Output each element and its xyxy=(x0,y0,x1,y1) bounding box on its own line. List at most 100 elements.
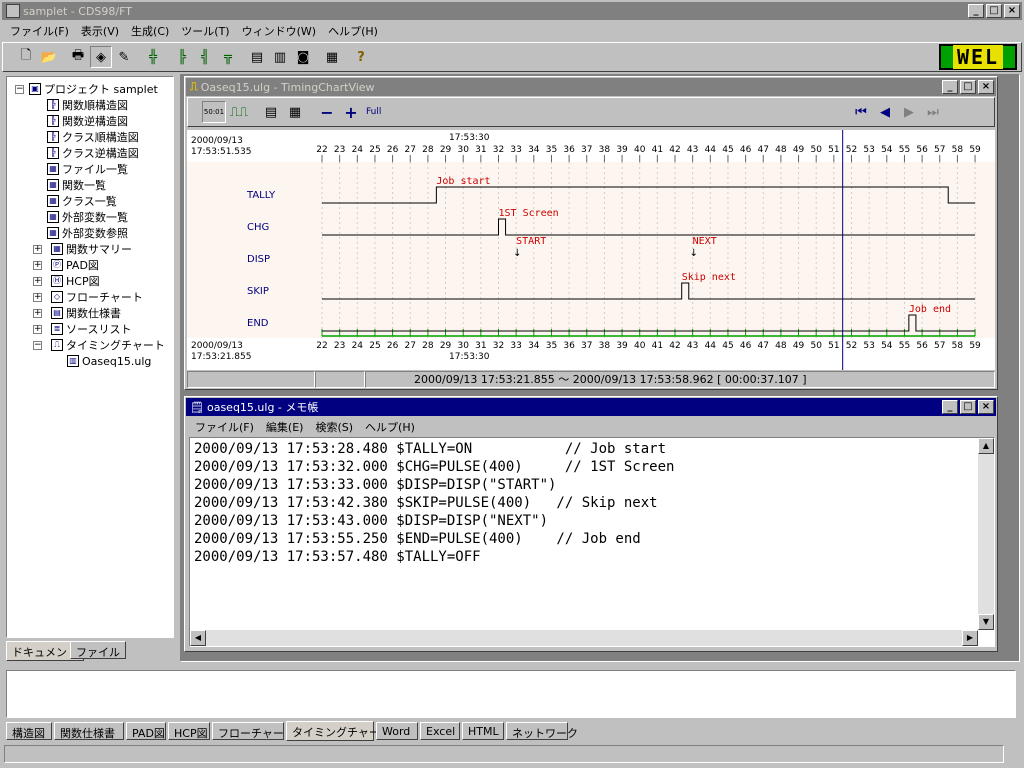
bottom-tab[interactable]: Word xyxy=(376,722,418,740)
print-icon[interactable]: 🖶 xyxy=(67,46,89,68)
timing-chart[interactable]: 2000/09/1317:53:51.53517:53:302000/09/13… xyxy=(187,130,995,370)
bottom-tab[interactable]: Excel xyxy=(420,722,460,740)
timing-close-button[interactable]: × xyxy=(978,80,994,94)
bottom-tick-label: 57 xyxy=(934,341,945,351)
zoom-in-icon[interactable]: + xyxy=(340,101,362,123)
tree-item[interactable]: Ⓟ PAD図 xyxy=(51,257,99,273)
bottom-tab[interactable]: 関数仕様書 xyxy=(54,722,124,740)
menu-help[interactable]: ヘルプ(H) xyxy=(322,23,384,39)
tree-item[interactable]: ╠ クラス順構造図 xyxy=(47,129,139,145)
tree-item[interactable]: ▦ ファイル一覧 xyxy=(47,161,128,177)
tree-expand-toggle[interactable]: + xyxy=(33,245,42,254)
next-icon[interactable]: ▶ xyxy=(898,101,920,123)
tree-collapse-root[interactable]: − xyxy=(15,85,24,94)
scroll-up-icon[interactable]: ▲ xyxy=(978,438,994,454)
tree-expand-toggle[interactable]: + xyxy=(33,293,42,302)
notepad-close-button[interactable]: × xyxy=(978,400,994,414)
notepad-text-area[interactable]: 2000/09/13 17:53:28.480 $TALLY=ON // Job… xyxy=(189,437,995,647)
zoom-out-icon[interactable]: − xyxy=(316,101,338,123)
tree-root[interactable]: ▣ プロジェクト samplet xyxy=(29,81,158,97)
scroll-right-icon[interactable]: ▶ xyxy=(962,630,978,646)
pulse-view-icon[interactable]: ⎍⎍ xyxy=(228,101,250,123)
horizontal-scrollbar[interactable]: ◀ ▶ xyxy=(190,630,978,646)
annotation-label: 1ST Screen xyxy=(499,208,559,219)
notepad-menu-edit[interactable]: 編集(E) xyxy=(260,419,310,435)
bottom-tick-label: 53 xyxy=(863,341,874,351)
tree-item[interactable]: ▤ 関数仕様書 xyxy=(51,305,121,321)
bottom-tab[interactable]: フローチャート xyxy=(212,722,295,740)
bottom-tick-label: 46 xyxy=(740,341,752,351)
first-icon[interactable]: ⏮ xyxy=(850,101,872,123)
tree-item[interactable]: ◇ フローチャート xyxy=(51,289,143,305)
notepad-maximize-button[interactable]: □ xyxy=(960,400,976,414)
struct-tree-icon[interactable]: ╬ xyxy=(142,46,164,68)
tree-expand-toggle[interactable]: + xyxy=(33,309,42,318)
scroll-left-icon[interactable]: ◀ xyxy=(190,630,206,646)
last-icon[interactable]: ⏭ xyxy=(922,101,944,123)
notepad-menu-file[interactable]: ファイル(F) xyxy=(189,419,260,435)
menu-tools[interactable]: ツール(T) xyxy=(175,23,235,39)
bottom-tab[interactable]: HTML xyxy=(462,722,504,740)
tree-expand-toggle[interactable]: − xyxy=(33,341,42,350)
notepad-menu-search[interactable]: 検索(S) xyxy=(309,419,359,435)
bottom-tab[interactable]: HCP図 xyxy=(168,722,210,740)
tree-item[interactable]: ╠ 関数順構造図 xyxy=(47,97,128,113)
timing-minimize-button[interactable]: _ xyxy=(942,80,958,94)
doc-view-icon[interactable]: ▤ xyxy=(246,46,268,68)
tree-item[interactable]: ▦ 関数サマリー xyxy=(51,241,132,257)
tree-item[interactable]: ╠ クラス逆構造図 xyxy=(47,145,139,161)
menu-generate[interactable]: 生成(C) xyxy=(125,23,175,39)
bottom-tick-label: 36 xyxy=(563,341,575,351)
pad-icon: Ⓟ xyxy=(51,259,63,271)
maximize-button[interactable]: □ xyxy=(986,4,1002,18)
help-icon[interactable]: ? xyxy=(350,46,372,68)
doc-copy-icon[interactable]: ▥ xyxy=(269,46,291,68)
new-file-icon[interactable]: 🗋 xyxy=(15,46,37,68)
tree-item[interactable]: Ⓗ HCP図 xyxy=(51,273,100,289)
minimize-button[interactable]: _ xyxy=(968,4,984,18)
tree-item[interactable]: ╠ 関数逆構造図 xyxy=(47,113,128,129)
close-button[interactable]: × xyxy=(1004,4,1020,18)
bottom-tick-label: 49 xyxy=(793,341,805,351)
menu-view[interactable]: 表示(V) xyxy=(75,23,125,39)
tree-expand-toggle[interactable]: + xyxy=(33,325,42,334)
tree-item[interactable]: ▦ クラス一覧 xyxy=(47,193,117,209)
bottom-tab[interactable]: PAD図 xyxy=(126,722,166,740)
menu-window[interactable]: ウィンドウ(W) xyxy=(236,23,322,39)
view-mode-icon[interactable]: ◈ xyxy=(90,46,112,68)
vertical-scrollbar[interactable]: ▲ ▼ xyxy=(978,438,994,630)
tree-expand-toggle[interactable]: + xyxy=(33,277,42,286)
struct-forward-icon[interactable]: ╠ xyxy=(171,46,193,68)
main-menubar: ファイル(F) 表示(V) 生成(C) ツール(T) ウィンドウ(W) ヘルプ(… xyxy=(2,21,1022,40)
menu-file[interactable]: ファイル(F) xyxy=(4,23,75,39)
top-tick-label: 58 xyxy=(952,145,964,155)
timing-edit-icon[interactable]: ▤ xyxy=(260,101,282,123)
tree-child-file[interactable]: ▥ Oaseq15.ulg xyxy=(67,353,151,369)
struct-backward-icon[interactable]: ╣ xyxy=(194,46,216,68)
open-folder-icon[interactable]: 📂 xyxy=(38,46,60,68)
zoom-full-button[interactable]: Full xyxy=(366,107,381,117)
properties-icon[interactable]: ▦ xyxy=(321,46,343,68)
notepad-minimize-button[interactable]: _ xyxy=(942,400,958,414)
top-tick-label: 48 xyxy=(775,145,787,155)
bottom-tab[interactable]: ネットワーク xyxy=(506,722,578,740)
tree-item[interactable]: ▦ 外部変数一覧 xyxy=(47,209,128,225)
struct-class-icon[interactable]: ╦ xyxy=(217,46,239,68)
timing-props-icon[interactable]: ▦ xyxy=(284,101,306,123)
time-format-icon[interactable]: 50:01 xyxy=(202,101,226,123)
tree-item[interactable]: ▦ 関数一覧 xyxy=(47,177,106,193)
bottom-tab[interactable]: 構造図 xyxy=(6,722,52,740)
prev-icon[interactable]: ◀ xyxy=(874,101,896,123)
notepad-menu-help[interactable]: ヘルプ(H) xyxy=(359,419,421,435)
tree-item[interactable]: ▦ 外部変数参照 xyxy=(47,225,128,241)
disk-icon[interactable]: ◙ xyxy=(292,46,314,68)
bottom-tab[interactable]: タイミングチャート xyxy=(286,721,391,741)
tab-file[interactable]: ファイル xyxy=(70,641,126,659)
tree-expand-toggle[interactable]: + xyxy=(33,261,42,270)
scroll-down-icon[interactable]: ▼ xyxy=(978,614,994,630)
timing-maximize-button[interactable]: □ xyxy=(960,80,976,94)
tree-item[interactable]: ⎍ タイミングチャート xyxy=(51,337,165,353)
tree-item[interactable]: ≣ ソースリスト xyxy=(51,321,131,337)
edit-icon[interactable]: ✎ xyxy=(113,46,135,68)
bottom-tick-label: 22 xyxy=(316,341,327,351)
